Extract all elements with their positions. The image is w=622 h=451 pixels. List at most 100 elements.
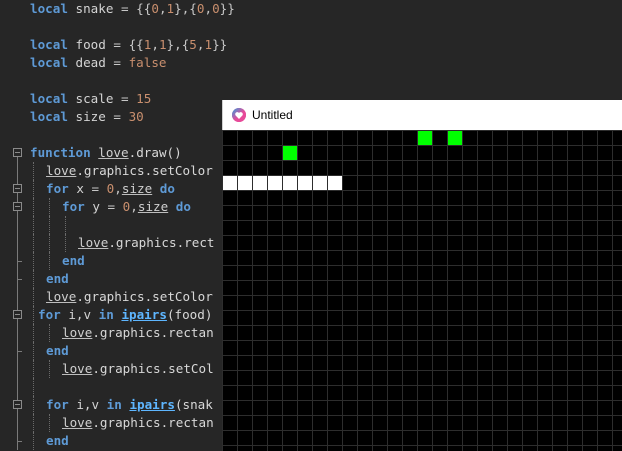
code-line[interactable]: local snake = {{0,1},{0,0}} [0, 0, 622, 18]
indent-guide [33, 342, 34, 360]
code-token: love [78, 235, 109, 250]
code-text: function love.draw() [30, 144, 182, 162]
snake-segment [268, 176, 282, 190]
code-token: .graphics.rectan [92, 415, 214, 430]
code-line[interactable]: local dead = false [0, 54, 622, 72]
indent-guide [33, 270, 34, 288]
code-token: love [46, 289, 77, 304]
code-token: , [130, 199, 138, 214]
code-token: x [68, 181, 92, 196]
fold-toggle-icon[interactable] [12, 198, 26, 216]
code-text: love.graphics.setColor [46, 162, 213, 180]
code-token: scale [67, 91, 121, 106]
code-token: do [175, 199, 191, 214]
code-token: end [46, 271, 69, 286]
code-token: snake [67, 1, 121, 16]
fold-toggle-icon[interactable] [12, 144, 26, 162]
code-token: 1 [204, 37, 213, 52]
fold-toggle-icon[interactable] [12, 306, 26, 324]
fold-toggle-icon[interactable] [12, 180, 26, 198]
code-token: local [30, 91, 68, 106]
snake-segment [328, 176, 342, 190]
snake-segment [283, 176, 297, 190]
code-line[interactable] [0, 72, 622, 90]
code-text: love.graphics.rect [78, 234, 215, 252]
code-token: do [159, 181, 175, 196]
fold-end-marker [12, 432, 26, 450]
food-cell [418, 131, 432, 145]
indent-guide [33, 234, 34, 252]
indent-guide [33, 396, 34, 414]
code-token: = [91, 181, 107, 196]
code-text: local size = 30 [30, 108, 144, 126]
code-token: love [62, 361, 93, 376]
code-text: local snake = {{0,1},{0,0}} [30, 0, 235, 18]
code-token: = [121, 91, 137, 106]
code-token: love [62, 415, 93, 430]
code-text: love.graphics.setCol [62, 360, 214, 378]
snake-segment [313, 176, 327, 190]
code-text: love.graphics.rectan [62, 414, 214, 432]
indent-guide [33, 162, 34, 180]
indent-guide [33, 306, 34, 324]
code-token: .graphics.setColor [76, 289, 213, 304]
fold-toggle-icon[interactable] [12, 396, 26, 414]
code-text: local dead = false [30, 54, 167, 72]
code-line[interactable] [0, 18, 622, 36]
code-token: for [38, 307, 61, 322]
code-text: local food = {{1,1},{5,1}} [30, 36, 227, 54]
code-token: size [67, 109, 114, 124]
code-token: , [151, 37, 159, 52]
code-token: (snak [174, 397, 213, 412]
indent-guide [33, 288, 34, 306]
fold-guide-line [12, 360, 26, 378]
code-token: false [128, 55, 167, 70]
indent-guide [65, 216, 66, 234]
code-token: .graphics.rectan [92, 325, 214, 340]
love2d-heart-icon [232, 108, 246, 122]
indent-guide [33, 360, 34, 378]
code-text: end [62, 252, 85, 270]
fold-guide-line [12, 288, 26, 306]
game-window[interactable]: Untitled [222, 100, 622, 451]
code-text: love.graphics.rectan [62, 324, 214, 342]
code-token: food [67, 37, 114, 52]
food-cell [283, 146, 297, 160]
snake-segment [253, 176, 267, 190]
code-token: for [46, 397, 69, 412]
code-token: 1 [158, 37, 167, 52]
snake-segment [298, 176, 312, 190]
code-token: },{ [174, 1, 197, 16]
code-token: .graphics.rect [108, 235, 215, 250]
game-canvas[interactable] [222, 130, 622, 451]
code-token: love [46, 163, 77, 178]
code-token: , [158, 1, 167, 16]
food-cell [448, 131, 462, 145]
code-token: in [98, 307, 114, 322]
snake-segment [223, 176, 237, 190]
code-token: function [30, 145, 91, 160]
indent-guide [49, 216, 50, 234]
code-token: local [30, 1, 68, 16]
window-titlebar[interactable]: Untitled [222, 100, 622, 130]
code-token: i,v [68, 397, 107, 412]
code-text: for i,v in ipairs(snak [46, 396, 213, 414]
code-token: i,v [60, 307, 99, 322]
snake-grid [222, 130, 622, 451]
code-token: size [137, 199, 169, 214]
indent-guide [33, 180, 34, 198]
code-token: for [46, 181, 69, 196]
fold-guide-line [12, 234, 26, 252]
code-token: ipairs [121, 307, 167, 322]
code-token: love [98, 145, 129, 160]
code-token: in [106, 397, 122, 412]
indent-guide [49, 234, 50, 252]
code-line[interactable]: local food = {{1,1},{5,1}} [0, 36, 622, 54]
code-text: for x = 0,size do [46, 180, 175, 198]
indent-guide [49, 198, 50, 216]
code-text: local scale = 15 [30, 90, 151, 108]
code-token: y [84, 199, 108, 214]
snake-segment [238, 176, 252, 190]
indent-guide [33, 324, 34, 342]
